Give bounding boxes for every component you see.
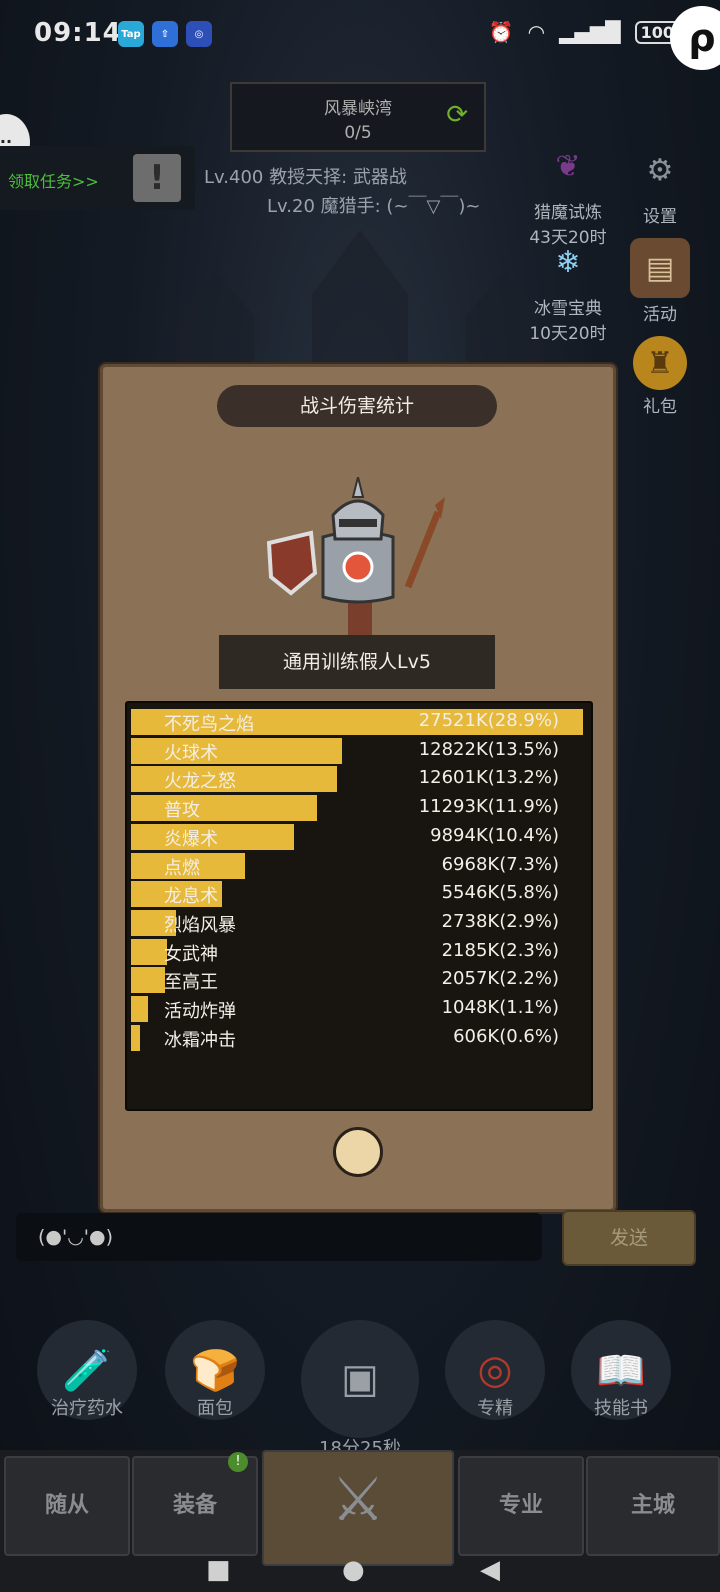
status-time: 09:14 (34, 18, 122, 48)
chat-placeholder: (●'◡'●) (38, 1226, 114, 1248)
specialization-button[interactable]: ◎ 专精 (440, 1320, 550, 1420)
send-button[interactable]: 发送 (562, 1210, 696, 1266)
ice-book-timer: 10天20时 (529, 324, 607, 344)
alarm-icon: ⏰ (488, 20, 514, 44)
stat-row: 女武神 2185K(2.3%) (131, 938, 587, 966)
wifi-icon: ◠ (527, 20, 546, 44)
demon-wings-icon: ❦ (555, 148, 581, 184)
snowflake-icon: ❄ (555, 244, 581, 280)
skill-name: 至高王 (164, 972, 218, 994)
hunter-info: Lv.20 魔猎手: (~￣▽￣)~ (267, 196, 481, 217)
bread-button[interactable]: 🍞 面包 (160, 1320, 270, 1420)
skill-name: 龙息术 (164, 886, 218, 908)
damage-value: 27521K(28.9%) (418, 710, 559, 731)
quest-panel[interactable]: 领取任务>> ! (0, 146, 195, 210)
damage-value: 5546K(5.8%) (441, 882, 559, 904)
status-icons: ⏰ ◠ ▂▄▆█ 100 (489, 20, 680, 44)
damage-value: 2738K(2.9%) (441, 910, 559, 932)
damage-stats-modal: 战斗伤害统计 通用训练假人Lv5 不死鸟之焰 27521K(28.9%) 火球术 12… (100, 364, 616, 1212)
stat-row: 普攻 11293K(11.9%) (131, 795, 587, 822)
stat-row: 炎爆术 9894K(10.4%) (131, 823, 587, 851)
home-icon[interactable]: ● (342, 1555, 365, 1585)
stat-row: 活动炸弹 1048K(1.1%) (131, 996, 587, 1023)
settings-label: 设置 (643, 207, 677, 227)
ice-book-button[interactable]: ❄ 冰雪宝典 10天20时 (520, 232, 616, 345)
damage-value: 606K(0.6%) (453, 1025, 559, 1047)
damage-value: 2185K(2.3%) (441, 939, 559, 961)
chest-icon: ▣ (301, 1320, 419, 1438)
notification-badge: ! (228, 1452, 248, 1472)
damage-value: 2057K(2.2%) (441, 968, 559, 990)
skill-name: 火龙之怒 (164, 771, 236, 793)
modal-title: 战斗伤害统计 (217, 385, 497, 427)
settings-button[interactable]: ⚙ 设置 (622, 140, 698, 228)
damage-value: 12822K(13.5%) (418, 738, 559, 760)
gift-pack-button[interactable]: ♜ 礼包 (622, 336, 698, 417)
region-panel[interactable]: 风暴峡湾 0/5 ⟳ (230, 82, 486, 152)
ice-book-label: 冰雪宝典 (534, 299, 602, 319)
back-icon[interactable]: ◀ (480, 1555, 500, 1585)
skill-name: 不死鸟之焰 (164, 714, 254, 735)
skill-name: 普攻 (164, 800, 200, 822)
specialization-label: 专精 (477, 1398, 513, 1419)
stat-row: 至高王 2057K(2.2%) (131, 967, 587, 994)
bread-label: 面包 (197, 1398, 233, 1419)
chest-button[interactable]: ▣ 18分25秒 (300, 1320, 420, 1460)
stat-row: 点燃 6968K(7.3%) (131, 852, 587, 880)
damage-value: 6968K(7.3%) (441, 853, 559, 875)
upload-icon: ⇧ (152, 21, 178, 47)
crossed-swords-icon: ⚔ (331, 1465, 385, 1535)
skill-name: 烈焰风暴 (164, 914, 236, 936)
damage-bar (131, 938, 167, 965)
status-bar: 09:14 Tap ⇧ ◎ ⏰ ◠ ▂▄▆█ 100 ρ (0, 0, 720, 70)
skill-book-label: 技能书 (594, 1398, 648, 1419)
stat-row: 龙息术 5546K(5.8%) (131, 881, 587, 908)
damage-bar (131, 737, 343, 764)
events-label: 活动 (643, 305, 677, 325)
scroll-icon: ▤ (630, 238, 690, 298)
gear-icon: ⚙ (646, 152, 674, 188)
gift-icon: ♜ (633, 336, 687, 390)
skill-name: 点燃 (164, 857, 200, 879)
skill-name: 活动炸弹 (164, 1001, 236, 1022)
potion-button[interactable]: 🧪 治疗药水 (32, 1320, 142, 1420)
stat-row: 不死鸟之焰 27521K(28.9%) (131, 709, 587, 736)
stat-row: 火龙之怒 12601K(13.2%) (131, 766, 587, 793)
skill-name: 火球术 (164, 742, 218, 764)
skill-book-button[interactable]: 📖 技能书 (566, 1320, 676, 1420)
target-name: 通用训练假人Lv5 (219, 635, 495, 689)
potion-label: 治疗药水 (51, 1398, 123, 1419)
refresh-icon[interactable]: ⟳ (446, 100, 468, 130)
damage-bar (131, 1024, 141, 1051)
recents-icon[interactable]: ■ (206, 1555, 231, 1585)
signal-icon: ▂▄▆█ (559, 20, 621, 44)
damage-value: 12601K(13.2%) (418, 767, 559, 789)
damage-bar (131, 967, 166, 994)
damage-bar (131, 996, 149, 1022)
monitor-icon: ◎ (186, 21, 212, 47)
skill-name: 女武神 (164, 943, 218, 965)
skill-name: 冰霜冲击 (164, 1029, 236, 1051)
gift-pack-label: 礼包 (643, 397, 677, 417)
quest-label[interactable]: 领取任务>> (8, 168, 99, 192)
close-button[interactable] (333, 1127, 383, 1177)
damage-value: 9894K(10.4%) (430, 824, 559, 846)
training-dummy-icon (266, 477, 445, 637)
stat-row: 烈焰风暴 2738K(2.9%) (131, 909, 587, 937)
demon-trial-label: 猎魔试炼 (534, 203, 602, 223)
damage-value: 11293K(11.9%) (418, 796, 559, 818)
damage-bar (131, 795, 318, 822)
stat-row: 火球术 12822K(13.5%) (131, 737, 587, 765)
chat-input[interactable]: (●'◡'●) (16, 1213, 542, 1261)
damage-value: 1048K(1.1%) (441, 997, 559, 1018)
events-button[interactable]: ▤ 活动 (622, 238, 698, 325)
taptap-icon: Tap (118, 21, 144, 47)
stat-row: 冰霜冲击 606K(0.6%) (131, 1024, 587, 1052)
damage-stats-table: 不死鸟之焰 27521K(28.9%) 火球术 12822K(13.5%) 火龙之怒 12… (125, 701, 593, 1111)
skill-name: 炎爆术 (164, 828, 218, 850)
overlay-app-icon[interactable]: ρ (670, 6, 720, 70)
guild-info: Lv.400 教授天择: 武器战 (204, 167, 407, 188)
exclamation-icon: ! (133, 154, 181, 202)
